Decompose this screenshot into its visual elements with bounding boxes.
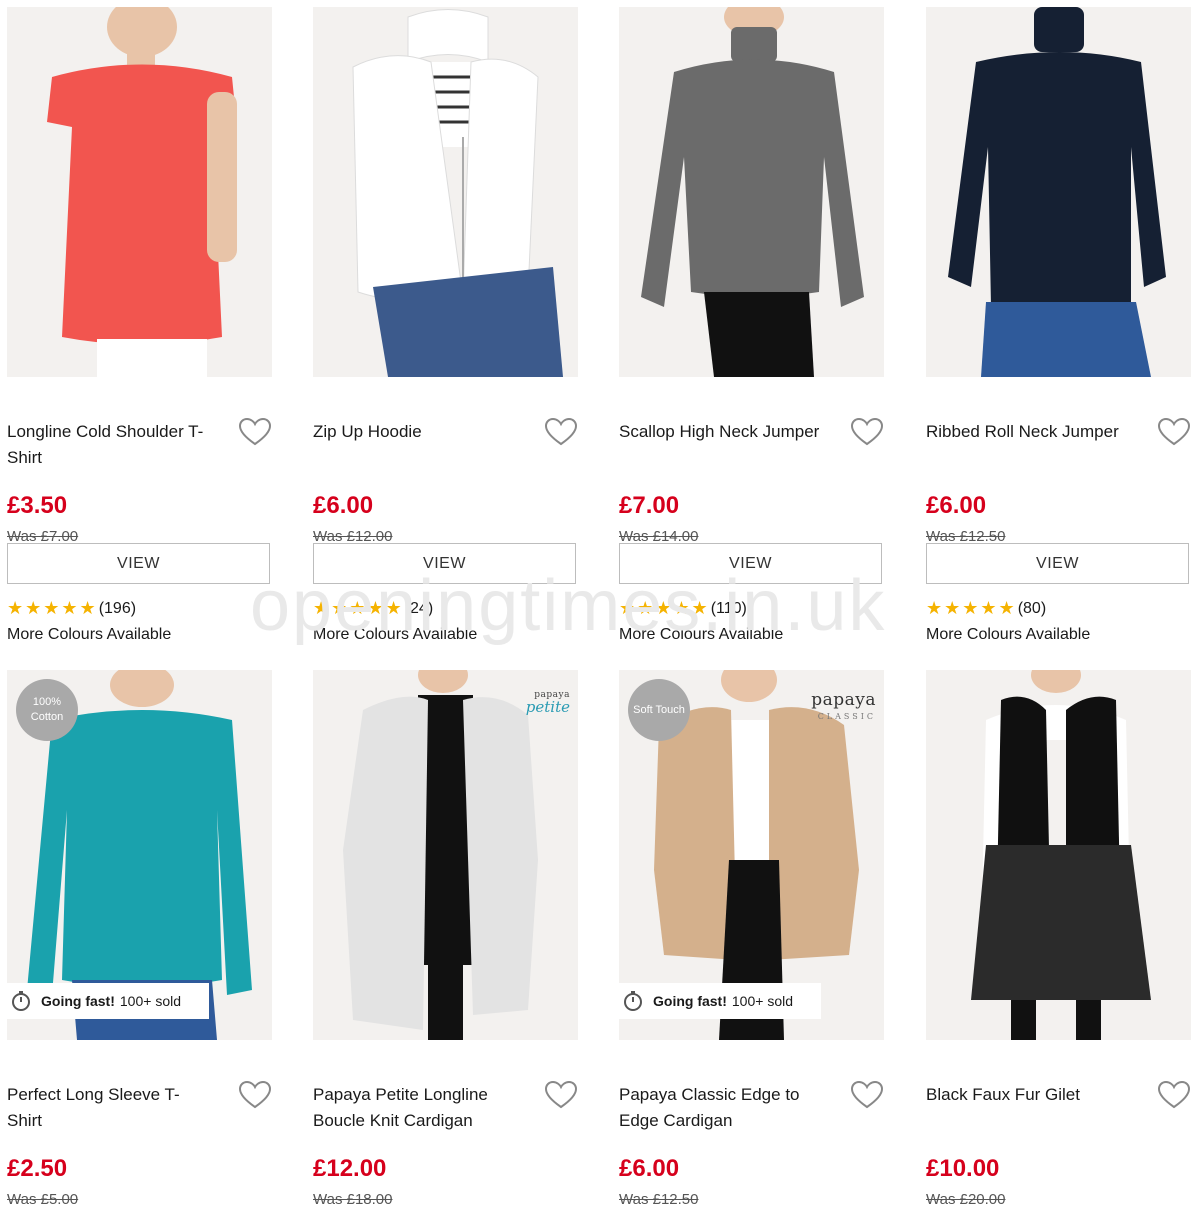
product-image[interactable] bbox=[7, 7, 272, 377]
badge: Soft Touch bbox=[628, 679, 690, 741]
sale-price: £10.00 bbox=[926, 1155, 1000, 1182]
brand-range: petite bbox=[525, 698, 570, 716]
sale-price: £6.00 bbox=[926, 492, 987, 519]
brand-logo: papaya petite bbox=[526, 690, 570, 716]
brand-name: papaya bbox=[811, 690, 876, 710]
model-photo bbox=[313, 670, 578, 1040]
rating[interactable]: ★★★★★ (24) bbox=[313, 598, 433, 619]
more-colours-text: More Colours Available bbox=[926, 626, 1091, 643]
wishlist-heart-icon[interactable] bbox=[544, 417, 578, 447]
view-button[interactable]: VIEW bbox=[926, 543, 1189, 584]
stopwatch-icon bbox=[624, 991, 642, 1011]
star-rating-icon: ★★★★★ bbox=[619, 598, 710, 618]
sale-price: £2.50 bbox=[7, 1155, 68, 1182]
model-photo bbox=[7, 7, 272, 377]
wishlist-heart-icon[interactable] bbox=[1157, 417, 1191, 447]
view-button[interactable]: VIEW bbox=[7, 543, 270, 584]
brand-range: CLASSIC bbox=[817, 712, 876, 721]
product-name[interactable]: Ribbed Roll Neck Jumper bbox=[926, 419, 1131, 445]
product-name[interactable]: Black Faux Fur Gilet bbox=[926, 1082, 1131, 1108]
product-image[interactable]: 100% Cotton Going fast! 100+ sold bbox=[7, 670, 272, 1040]
view-button[interactable]: VIEW bbox=[313, 543, 576, 584]
going-fast-bold: Going fast! bbox=[653, 993, 727, 1009]
star-rating-icon: ★★★★★ bbox=[313, 598, 404, 618]
sale-price: £6.00 bbox=[313, 492, 374, 519]
wishlist-heart-icon[interactable] bbox=[544, 1080, 578, 1110]
wishlist-heart-icon[interactable] bbox=[238, 417, 272, 447]
model-photo bbox=[926, 7, 1191, 377]
model-photo bbox=[926, 670, 1191, 1040]
star-rating-icon: ★★★★★ bbox=[926, 598, 1017, 618]
rating[interactable]: ★★★★★ (196) bbox=[7, 598, 136, 619]
product-image[interactable] bbox=[926, 670, 1191, 1040]
product-name[interactable]: Perfect Long Sleeve T-Shirt bbox=[7, 1082, 212, 1134]
rating[interactable]: ★★★★★ (110) bbox=[619, 598, 747, 619]
review-count: (110) bbox=[710, 599, 747, 617]
badge: 100% Cotton bbox=[16, 679, 78, 741]
rating[interactable]: ★★★★★ (80) bbox=[926, 598, 1046, 619]
more-colours-text: More Colours Available bbox=[619, 626, 784, 643]
brand-logo: papaya CLASSIC bbox=[811, 690, 876, 721]
wishlist-heart-icon[interactable] bbox=[850, 1080, 884, 1110]
was-price: Was £5.00 bbox=[7, 1191, 79, 1208]
was-price: Was £12.50 bbox=[619, 1191, 699, 1208]
going-fast-label: Going fast! 100+ sold bbox=[7, 983, 209, 1019]
review-count: (196) bbox=[98, 599, 137, 617]
model-photo bbox=[619, 7, 884, 377]
going-fast-label: Going fast! 100+ sold bbox=[619, 983, 821, 1019]
wishlist-heart-icon[interactable] bbox=[850, 417, 884, 447]
sold-count: 100+ sold bbox=[731, 993, 793, 1009]
product-image[interactable] bbox=[926, 7, 1191, 377]
stopwatch-icon bbox=[12, 991, 30, 1011]
was-price: Was £18.00 bbox=[313, 1191, 393, 1208]
star-rating-icon: ★★★★★ bbox=[7, 598, 98, 618]
sale-price: £7.00 bbox=[619, 492, 680, 519]
sale-price: £12.00 bbox=[313, 1155, 387, 1182]
going-fast-bold: Going fast! bbox=[41, 993, 115, 1009]
product-image[interactable] bbox=[313, 7, 578, 377]
product-name[interactable]: Zip Up Hoodie bbox=[313, 419, 518, 445]
product-image[interactable]: papaya petite bbox=[313, 670, 578, 1040]
product-name[interactable]: Longline Cold Shoulder T-Shirt bbox=[7, 419, 212, 471]
product-image[interactable] bbox=[619, 7, 884, 377]
more-colours-text: More Colours Available bbox=[7, 626, 172, 643]
model-photo bbox=[313, 7, 578, 377]
product-name[interactable]: Papaya Classic Edge to Edge Cardigan bbox=[619, 1082, 824, 1134]
review-count: (24) bbox=[404, 599, 434, 617]
sold-count: 100+ sold bbox=[119, 993, 181, 1009]
sale-price: £6.00 bbox=[619, 1155, 680, 1182]
review-count: (80) bbox=[1017, 599, 1047, 617]
more-colours-text: More Colours Available bbox=[313, 626, 478, 643]
wishlist-heart-icon[interactable] bbox=[1157, 1080, 1191, 1110]
wishlist-heart-icon[interactable] bbox=[238, 1080, 272, 1110]
product-image[interactable]: Soft Touch papaya CLASSIC Going fast! 10… bbox=[619, 670, 884, 1040]
sale-price: £3.50 bbox=[7, 492, 68, 519]
view-button[interactable]: VIEW bbox=[619, 543, 882, 584]
product-name[interactable]: Scallop High Neck Jumper bbox=[619, 419, 824, 445]
product-name[interactable]: Papaya Petite Longline Boucle Knit Cardi… bbox=[313, 1082, 518, 1134]
product-grid: Longline Cold Shoulder T-Shirt £3.50 Was… bbox=[0, 0, 1200, 1208]
was-price: Was £20.00 bbox=[926, 1191, 1006, 1208]
